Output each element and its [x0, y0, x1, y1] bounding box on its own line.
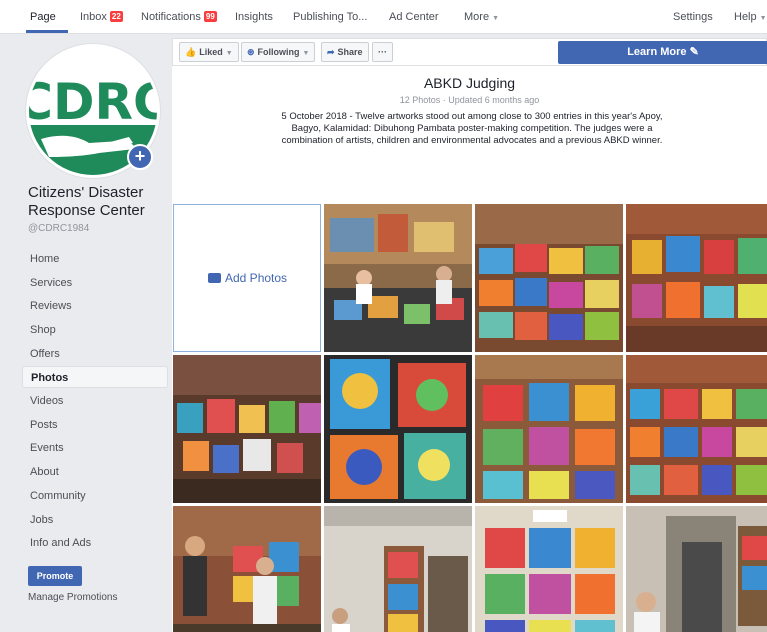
photo-artwork-wall [475, 204, 623, 352]
nav-tab-inbox[interactable]: Inbox 22 [80, 11, 123, 23]
nav-help-link[interactable]: Help ▼ [734, 11, 767, 23]
nav-tab-ad-center-label: Ad Center [389, 11, 439, 23]
chevron-down-icon: ▼ [225, 50, 233, 57]
album-header: ABKD Judging 12 Photos · Updated 6 month… [172, 66, 767, 202]
nav-tab-notifications[interactable]: Notifications 99 [141, 11, 217, 23]
liked-button-label: Liked [199, 47, 223, 57]
add-photos-label: Add Photos [225, 271, 288, 285]
photo-tile-7[interactable] [626, 355, 767, 503]
photo-tile-10[interactable] [475, 506, 623, 632]
nav-tab-notifications-label: Notifications [141, 11, 201, 23]
share-arrow-icon: ➦ [327, 47, 335, 57]
nav-tab-more-label: More [464, 11, 490, 23]
sidebar-item-home[interactable]: Home [22, 248, 168, 270]
photo-judges-viewing [173, 506, 321, 632]
inbox-count-badge: 22 [109, 11, 123, 22]
sidebar-item-services[interactable]: Services [22, 272, 168, 294]
photo-tile-3[interactable] [626, 204, 767, 352]
nav-tab-insights[interactable]: Insights [235, 11, 273, 23]
following-button-label: Following [257, 47, 300, 57]
add-photos-tile[interactable]: Add Photos [173, 204, 321, 352]
photo-artwork-wall-4 [475, 355, 623, 503]
photo-tile-8[interactable] [173, 506, 321, 632]
photo-tile-5[interactable] [324, 355, 472, 503]
left-column: CDRC + Citizens' Disaster Response Cente… [8, 34, 170, 632]
camera-plus-icon [208, 273, 221, 283]
photo-grid: Add Photos [172, 202, 767, 632]
nav-tab-publishing-label: Publishing To... [293, 11, 368, 23]
album-title: ABKD Judging [423, 75, 516, 91]
nav-tab-insights-label: Insights [235, 11, 273, 23]
photo-tile-6[interactable] [475, 355, 623, 503]
liked-button[interactable]: 👍 Liked ▼ [179, 42, 239, 62]
page-handle[interactable]: @CDRC1984 [28, 223, 89, 234]
sidebar-item-community[interactable]: Community [22, 485, 168, 507]
sidebar-item-offers[interactable]: Offers [22, 343, 168, 365]
nav-tab-page-label: Page [30, 11, 56, 23]
photo-artwork-closeup [324, 355, 472, 503]
following-button[interactable]: ⊛ Following ▼ [241, 42, 316, 62]
page-top-nav: Page Inbox 22 Notifications 99 Insights Pu… [0, 0, 767, 34]
pencil-icon: ✎ [689, 46, 699, 58]
promote-button[interactable]: Promote [28, 566, 82, 586]
photo-corridor-artworks [324, 506, 472, 632]
photo-tile-11[interactable] [626, 506, 767, 632]
facebook-page: Page Inbox 22 Notifications 99 Insights Pu… [0, 0, 767, 632]
nav-settings-link[interactable]: Settings [673, 11, 713, 23]
photo-tile-4[interactable] [173, 355, 321, 503]
share-button-label: Share [337, 47, 363, 57]
chevron-down-icon: ▼ [492, 15, 499, 22]
photo-fire-artworks [475, 506, 623, 632]
add-profile-photo-button[interactable]: + [127, 144, 153, 170]
rss-icon: ⊛ [247, 47, 255, 57]
share-button[interactable]: ➦ Share [321, 42, 369, 62]
sidebar-item-posts[interactable]: Posts [22, 414, 168, 436]
sidebar-item-events[interactable]: Events [22, 437, 168, 459]
sidebar-item-about[interactable]: About [22, 461, 168, 483]
thumbs-up-icon: 👍 [185, 47, 197, 57]
photo-tile-9[interactable] [324, 506, 472, 632]
sidebar-item-jobs[interactable]: Jobs [22, 509, 168, 531]
manage-promotions-link[interactable]: Manage Promotions [28, 592, 118, 603]
photo-artwork-wall-3 [173, 355, 321, 503]
cdrc-logo-text: CDRC [29, 73, 157, 131]
sidebar-item-reviews[interactable]: Reviews [22, 295, 168, 317]
photo-hallway-viewer [626, 506, 767, 632]
nav-tab-ad-center[interactable]: Ad Center [389, 11, 439, 23]
nav-settings-label: Settings [673, 11, 713, 23]
plus-icon: + [134, 146, 146, 166]
learn-more-button[interactable]: Learn More ✎ [558, 41, 767, 64]
nav-tab-more[interactable]: More ▼ [464, 11, 499, 23]
add-photos-button[interactable]: Add Photos [208, 271, 287, 285]
photo-tile-2[interactable] [475, 204, 623, 352]
photo-artwork-wall-2 [626, 204, 767, 352]
learn-more-label: Learn More [627, 46, 687, 58]
album-description: 5 October 2018 - Twelve artworks stood o… [281, 111, 663, 146]
nav-tab-inbox-label: Inbox [80, 11, 107, 23]
sidebar-item-info-and-ads[interactable]: Info and Ads [22, 532, 168, 554]
photo-judges-table [324, 204, 472, 352]
page-action-bar: 👍 Liked ▼ ⊛ Following ▼ ➦ Share ··· Learn Mor… [172, 38, 767, 66]
notifications-count-badge: 99 [203, 11, 217, 22]
album-meta: 12 Photos · Updated 6 months ago [399, 95, 540, 105]
chevron-down-icon: ▼ [302, 50, 310, 57]
photo-artwork-wall-5 [626, 355, 767, 503]
more-options-label: ··· [378, 47, 387, 57]
nav-help-label: Help [734, 11, 757, 23]
sidebar-item-photos[interactable]: Photos [22, 366, 168, 388]
page-name: Citizens' Disaster Response Center [28, 184, 145, 219]
chevron-down-icon: ▼ [759, 15, 767, 22]
sidebar-item-shop[interactable]: Shop [22, 319, 168, 341]
more-options-button[interactable]: ··· [372, 42, 393, 62]
active-tab-underline [26, 30, 68, 33]
photo-tile-1[interactable] [324, 204, 472, 352]
nav-tab-page[interactable]: Page [30, 11, 56, 23]
sidebar-item-videos[interactable]: Videos [22, 390, 168, 412]
nav-tab-publishing[interactable]: Publishing To... [293, 11, 367, 23]
